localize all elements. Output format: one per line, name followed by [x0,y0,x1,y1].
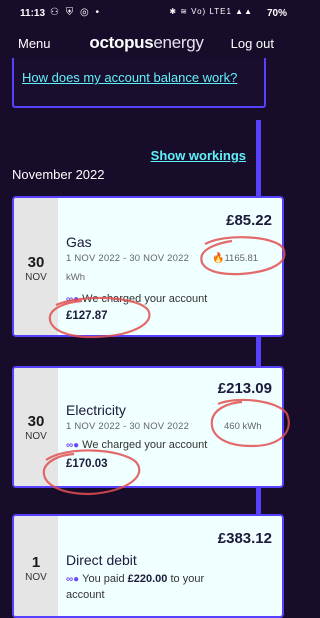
flame-icon: 🔥 [212,253,225,264]
status-bar: 11:13 ⚇ ⛨ ◎ • ✱ ≋ Vo) LTE1 ▲▲ 70% [0,0,293,28]
app-header: Menu octopusenergy Log out [0,28,293,58]
date-day: 30 [27,413,45,430]
card-date: 1 NOV [14,516,58,616]
faq-box: How does my account balance work? [12,58,266,108]
charge-text: We charged your account [82,293,208,305]
octopus-logo-icon: ∞● [66,574,80,585]
date-month: NOV [25,572,47,583]
electricity-usage: 460 kWh [224,421,262,432]
card-title: Direct debit [66,552,137,568]
billing-period: 1 NOV 2022 - 30 NOV 2022 [66,253,190,264]
date-day: 1 [31,554,41,571]
electricity-transaction-card[interactable]: 30 NOV £213.09 Electricity 1 NOV 2022 - … [12,366,284,488]
payment-note-line2: account [66,589,105,601]
charge-amount: £127.87 [66,310,108,322]
octopus-logo-icon: ∞● [66,440,80,451]
card-amount: £383.12 [217,530,272,547]
direct-debit-transaction-card[interactable]: 1 NOV £383.12 Direct debit ∞● You paid £2… [12,514,284,618]
paid-prefix: You paid [82,573,125,585]
logo-bold-text: octopus [89,33,154,52]
gas-transaction-card[interactable]: 30 NOV £85.22 Gas 1 NOV 2022 - 30 NOV 20… [12,196,284,337]
date-day: 30 [27,254,45,271]
charge-amount: £170.03 [66,458,108,470]
date-month: NOV [25,431,47,442]
card-amount: £85.22 [226,212,272,229]
octopus-logo-icon: ∞● [66,294,80,305]
charge-note: ∞● We charged your account [66,439,207,451]
card-date: 30 NOV [14,368,58,486]
signal-icons: ✱ ≋ Vo) LTE1 ▲▲ [169,7,253,16]
billing-period: 1 NOV 2022 - 30 NOV 2022 [66,421,190,432]
charge-note: ∞● We charged your account [66,293,207,305]
usage-unit: kWh [66,272,85,283]
gas-usage: 🔥1165.81 [212,253,258,264]
usage-value: 1165.81 [224,253,259,264]
account-balance-help-link[interactable]: How does my account balance work? [22,68,252,87]
battery-level: 70% [266,8,287,19]
logout-button[interactable]: Log out [231,36,274,51]
paid-suffix: to your [170,573,205,585]
month-heading: November 2022 [12,167,105,182]
logo-light-text: energy [153,33,204,52]
charge-text: We charged your account [82,439,208,451]
card-title: Gas [66,234,92,250]
card-date: 30 NOV [14,198,58,335]
paid-amount: £220.00 [127,573,168,585]
status-time: 11:13 [20,8,46,19]
card-amount: £213.09 [217,380,272,397]
date-month: NOV [25,272,47,283]
show-workings-link[interactable]: Show workings [151,148,246,163]
notification-icons: ⚇ ⛨ ◎ • [50,7,102,18]
payment-note: ∞● You paid £220.00 to your [66,573,204,585]
card-title: Electricity [66,402,126,418]
